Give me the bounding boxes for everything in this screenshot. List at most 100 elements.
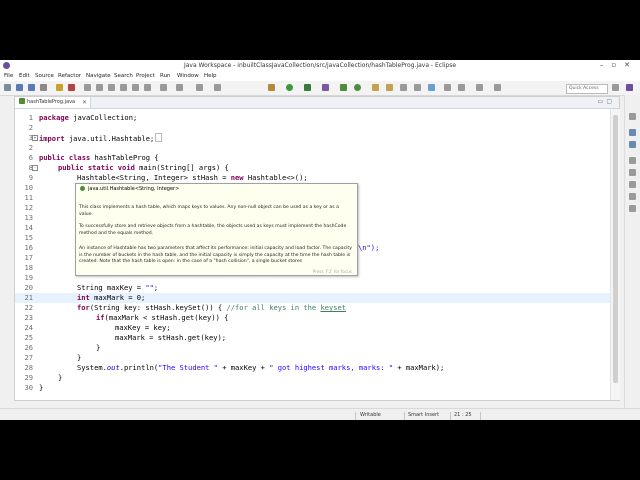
declaration-icon[interactable] (629, 181, 636, 188)
status-cursor-position: 21 : 25 (454, 412, 472, 418)
scrollbar-thumb[interactable] (613, 115, 618, 383)
code-line: 3 + import java.util.Hashtable; (15, 133, 610, 143)
next-annotation-icon[interactable] (444, 84, 451, 91)
code-text: Hashtable<String, Integer> stHash = new … (77, 173, 308, 182)
terminate-icon[interactable] (108, 84, 115, 91)
suspend-icon[interactable] (96, 84, 103, 91)
line-number: 8 (28, 163, 33, 172)
outline-icon[interactable] (629, 129, 636, 136)
save-icon[interactable] (16, 84, 23, 91)
code-line: 2 (15, 123, 610, 133)
menu-navigate[interactable]: Navigate (86, 73, 111, 79)
code-line: 2 (15, 143, 610, 153)
menu-run[interactable]: Run (160, 73, 171, 79)
menu-file[interactable]: File (4, 73, 13, 79)
code-line: 23 if(maxMark < stHash.get(key)) { (15, 313, 610, 323)
menu-project[interactable]: Project (136, 73, 155, 79)
menu-source[interactable]: Source (35, 73, 54, 79)
restore-icon[interactable] (629, 113, 636, 120)
code-line: 25 maxMark = stHash.get(key); (15, 333, 610, 343)
back-icon[interactable] (476, 84, 483, 91)
editor-minmax-controls[interactable]: ▭▢ (598, 98, 615, 105)
menu-help[interactable]: Help (204, 73, 217, 79)
code-text: System.out.println("The Student " + maxK… (77, 363, 445, 372)
status-writable: Writable (360, 412, 381, 418)
right-trim-stack (624, 95, 640, 420)
line-number: 19 (24, 273, 33, 282)
problems-icon[interactable] (629, 157, 636, 164)
step-into-icon[interactable] (120, 84, 127, 91)
editor-vertical-scrollbar[interactable] (610, 109, 620, 400)
step-return-icon[interactable] (144, 84, 151, 91)
line-number: 12 (24, 203, 33, 212)
step-over-icon[interactable] (132, 84, 139, 91)
code-line: 24 maxKey = key; (15, 323, 610, 333)
new-package-icon[interactable] (340, 84, 347, 91)
line-number: 15 (24, 233, 33, 242)
line-number: 2 (28, 143, 33, 152)
run-icon[interactable] (286, 84, 293, 91)
console-icon[interactable] (629, 193, 636, 200)
line-number: 9 (28, 173, 33, 182)
line-number: 1 (28, 113, 33, 122)
line-number: 3 (28, 133, 33, 142)
mark-occurrences-icon[interactable] (428, 84, 435, 91)
new-class-icon[interactable] (354, 84, 361, 91)
status-insert-mode: Smart Insert (408, 412, 440, 418)
search-icon[interactable] (400, 84, 407, 91)
code-text: } (58, 373, 63, 382)
print-icon[interactable] (40, 84, 47, 91)
coverage-icon[interactable] (214, 84, 221, 91)
line-number: 20 (24, 283, 33, 292)
line-number: 23 (24, 313, 33, 322)
tooltip-paragraph: An instance of Hashtable has two paramet… (79, 246, 352, 264)
java-perspective-icon[interactable] (626, 84, 633, 91)
menu-window[interactable]: Window (177, 73, 199, 79)
save-all-icon[interactable] (28, 84, 35, 91)
quick-access-input[interactable]: Quick Access (566, 84, 608, 94)
code-line: 30} (15, 383, 610, 393)
progress-icon[interactable] (629, 205, 636, 212)
javadoc-hover-tooltip[interactable]: java.util.Hashtable<String, Integer> Thi… (75, 183, 358, 276)
tooltip-header: java.util.Hashtable<String, Integer> (80, 186, 179, 192)
fold-icon[interactable]: - (32, 165, 38, 171)
menu-refactor[interactable]: Refactor (58, 73, 81, 79)
line-number: 30 (24, 383, 33, 392)
line-number: 27 (24, 353, 33, 362)
run-coverage-icon[interactable] (304, 84, 311, 91)
code-line: 29} (15, 373, 610, 383)
code-text: String maxKey = ""; (77, 283, 159, 292)
forward-icon[interactable] (494, 84, 501, 91)
close-icon[interactable]: ✕ (82, 97, 87, 108)
tab-label: hashTableProg.java (27, 99, 76, 105)
debug-icon[interactable] (268, 84, 275, 91)
fold-icon[interactable]: + (32, 135, 38, 141)
code-text: maxMark = stHash.get(key); (115, 333, 227, 342)
open-type-icon[interactable] (372, 84, 379, 91)
code-line: 20 String maxKey = ""; (15, 283, 610, 293)
tab-hashtableprog[interactable]: hashTableProg.java ✕ (15, 97, 91, 108)
debug-skip-icon[interactable] (68, 84, 75, 91)
drop-frame-icon[interactable] (160, 84, 167, 91)
code-text: public static void main(String[] args) { (58, 163, 229, 172)
code-line: 8- public static void main(String[] args)… (15, 163, 610, 173)
code-line: 28 System.out.println("The Student " + ma… (15, 363, 610, 373)
new-java-project-icon[interactable] (322, 84, 329, 91)
use-step-filters-icon[interactable] (176, 84, 183, 91)
window-controls[interactable]: –▫✕ (600, 61, 638, 69)
window-title: Java Workspace - inbuiltClassJavaCollect… (183, 62, 457, 69)
prev-annotation-icon[interactable] (458, 84, 465, 91)
class-icon (80, 186, 85, 191)
resume-icon[interactable] (84, 84, 91, 91)
menu-edit[interactable]: Edit (19, 73, 30, 79)
toggle-icon[interactable] (56, 84, 63, 91)
perspective-icon[interactable] (612, 84, 619, 91)
menu-search[interactable]: Search (114, 73, 133, 79)
javadoc-icon[interactable] (629, 169, 636, 176)
external-tools-icon[interactable] (196, 84, 203, 91)
code-line: 1 package javaCollection; (15, 113, 610, 123)
new-icon[interactable] (4, 84, 11, 91)
annotation-icon[interactable] (414, 84, 421, 91)
open-task-icon[interactable] (386, 84, 393, 91)
task-list-icon[interactable] (629, 141, 636, 148)
